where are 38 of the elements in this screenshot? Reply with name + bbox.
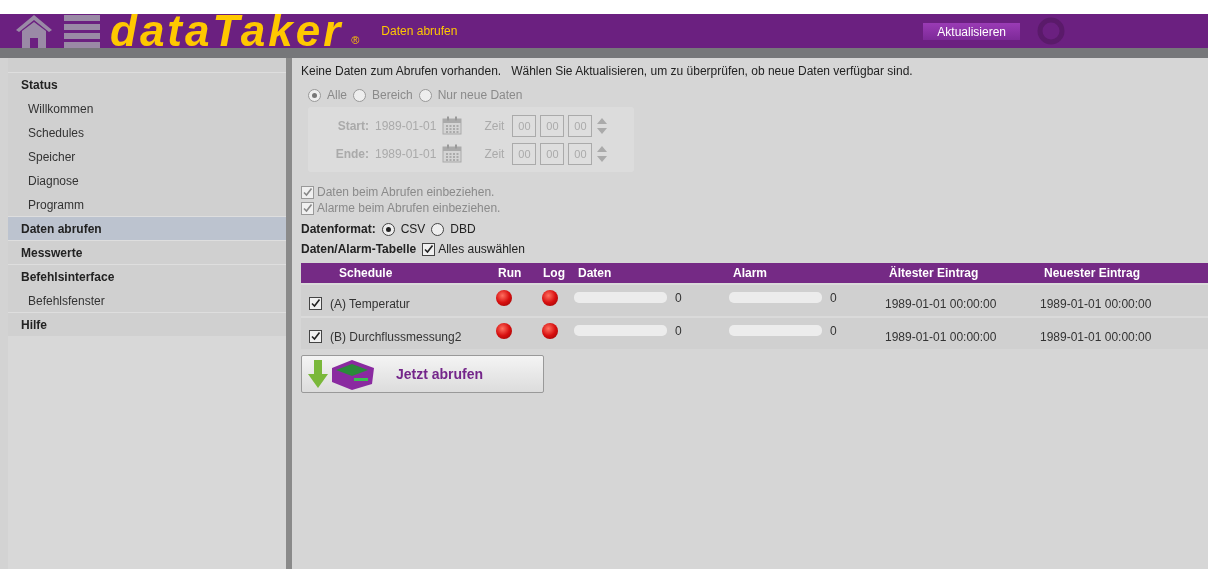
column-header: Run	[497, 266, 523, 280]
checkbox-label: Alles auswählen	[438, 242, 525, 256]
column-header: Schedule	[338, 266, 394, 280]
table-label: Daten/Alarm-Tabelle	[301, 242, 417, 256]
radio-button[interactable]	[381, 222, 395, 236]
checkbox[interactable]	[422, 242, 436, 256]
fetch-now-button[interactable]: Jetzt abrufen	[301, 355, 544, 393]
checkbox-label: Alarme beim Abrufen einbeziehen.	[317, 201, 501, 215]
count-value: 0	[675, 323, 682, 338]
checkbox[interactable]	[309, 330, 322, 343]
refresh-button[interactable]: Aktualisieren	[923, 22, 1020, 40]
count-value: 0	[830, 290, 837, 305]
timestamp-cell-text: 1989-01-01 00:00:00	[885, 328, 998, 344]
column-header: Neuester Eintrag	[1043, 266, 1142, 280]
column-header: Log	[542, 266, 566, 280]
column-header: Daten	[577, 266, 613, 280]
radio-label[interactable]: DBD	[450, 222, 476, 236]
registered-mark: ®	[351, 34, 360, 48]
checkbox-label: Daten beim Abrufen einbeziehen.	[317, 185, 495, 199]
checkbox[interactable]	[309, 297, 322, 310]
count-value: 0	[675, 290, 682, 305]
column-header: Alarm	[732, 266, 768, 280]
info-message: Keine Daten zum Abrufen vorhanden. Wählen Sie Aktualisieren, um zu überprüfen, ob neue Daten verfügbar sind.	[301, 64, 914, 78]
menu-icon[interactable]	[62, 14, 102, 48]
timestamp-cell-text: 1989-01-01 00:00:00	[1040, 328, 1153, 344]
radio-button[interactable]	[431, 222, 445, 236]
timestamp-cell-text: 1989-01-01 00:00:00	[1040, 295, 1153, 311]
sidebar-section[interactable]: Daten abrufen	[8, 216, 286, 240]
count-value: 0	[830, 323, 837, 338]
page-title: Daten abrufen	[381, 24, 458, 38]
home-icon[interactable]	[14, 14, 54, 48]
schedule-name: (B) Durchflussmessung2	[330, 329, 462, 344]
radio-label[interactable]: CSV	[400, 222, 426, 236]
timestamp-cell-text: 1989-01-01 00:00:00	[885, 295, 998, 311]
format-label: Datenformat:	[301, 222, 376, 236]
logo: dataTaker	[110, 14, 344, 48]
column-header: Ältester Eintrag	[888, 266, 980, 280]
schedule-name: (A) Temperatur	[330, 296, 410, 311]
